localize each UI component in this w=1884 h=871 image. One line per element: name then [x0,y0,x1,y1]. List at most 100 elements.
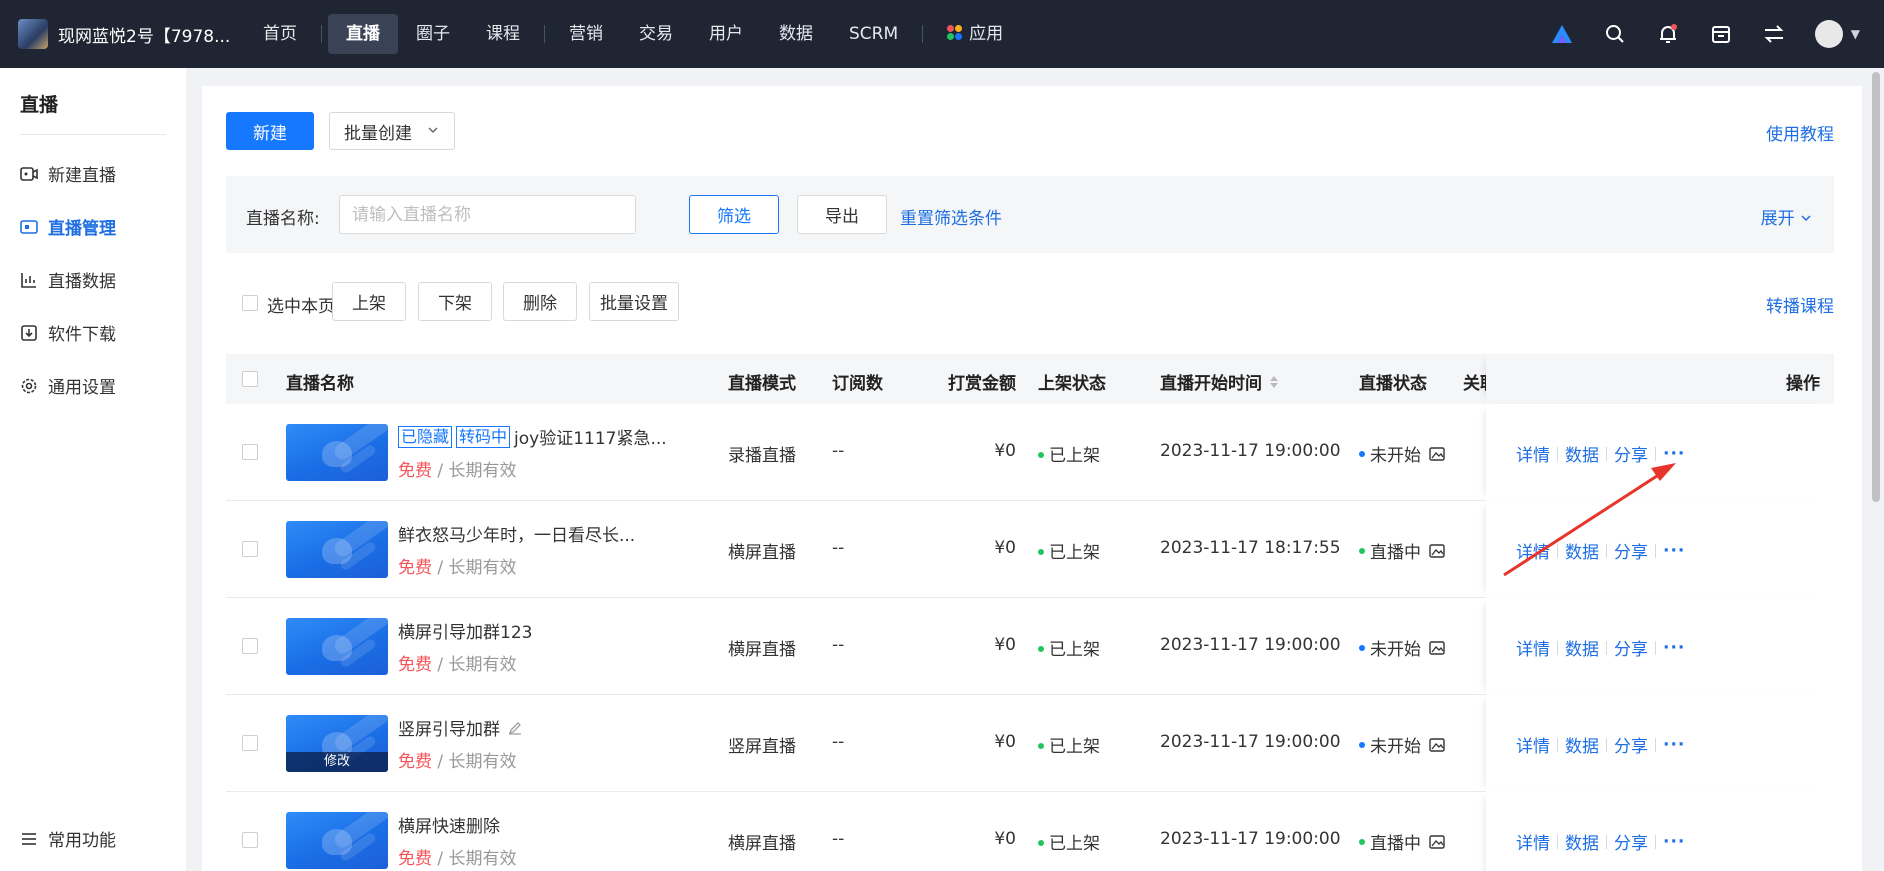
detail-link[interactable]: 详情 [1516,829,1550,854]
share-link[interactable]: 分享 [1614,829,1648,854]
store-icon[interactable] [1695,0,1748,68]
row-operations: 详情 数据 分享 ··· [1486,598,1834,695]
sidebar-common-functions[interactable]: 常用功能 [0,812,116,865]
sidebar-item-label: 直播管理 [48,219,116,239]
live-title[interactable]: 横屏快速删除 [398,812,500,837]
live-title[interactable]: 鲜衣怒马少年时，一日看尽长... [398,521,635,546]
nav-divider [544,25,545,43]
detail-link[interactable]: 详情 [1516,635,1550,660]
avatar[interactable] [1814,20,1843,48]
detail-link[interactable]: 详情 [1516,538,1550,563]
more-actions-button[interactable]: ··· [1663,735,1685,755]
live-name-search-input[interactable] [339,195,636,234]
share-link[interactable]: 分享 [1614,732,1648,757]
more-actions-button[interactable]: ··· [1663,541,1685,561]
start-time: 2023-11-17 19:00:00 [1160,829,1341,849]
reset-filter-link[interactable]: 重置筛选条件 [900,204,1002,229]
more-actions-button[interactable]: ··· [1663,638,1685,658]
data-link[interactable]: 数据 [1565,441,1599,466]
live-cover-image[interactable]: 修改 [286,715,388,772]
sidebar-item-live-manage[interactable]: 直播管理 [0,200,186,253]
image-icon[interactable] [1429,640,1445,656]
live-title-line: 鲜衣怒马少年时，一日看尽长... [398,521,635,546]
image-icon[interactable] [1429,834,1445,850]
expand-filter-link[interactable]: 展开 [1761,204,1812,229]
page-scrollbar[interactable] [1872,72,1880,502]
data-link[interactable]: 数据 [1565,538,1599,563]
nav-apps[interactable]: 应用 [929,14,1021,54]
nav-marketing[interactable]: 营销 [551,14,621,54]
chevron-down-icon[interactable]: ▼ [1851,27,1860,41]
filter-bar: 直播名称: 筛选 导出 重置筛选条件 展开 [226,176,1834,253]
select-all-checkbox[interactable] [242,371,258,387]
select-page-checkbox[interactable] [242,295,258,311]
nav-users[interactable]: 用户 [691,14,761,54]
thumb-edit-button[interactable]: 修改 [286,752,388,772]
row-checkbox[interactable] [242,541,258,557]
filter-button[interactable]: 筛选 [689,195,779,234]
subscriber-count: -- [832,829,845,849]
sidebar-item-new-live[interactable]: 新建直播 [0,147,186,200]
nav-home[interactable]: 首页 [245,14,315,54]
image-icon[interactable] [1429,737,1445,753]
row-checkbox[interactable] [242,832,258,848]
export-button[interactable]: 导出 [797,195,887,234]
live-title[interactable]: 横屏引导加群123 [398,618,532,643]
nav-course[interactable]: 课程 [468,14,538,54]
nav-circle[interactable]: 圈子 [398,14,468,54]
live-cover-image[interactable] [286,521,388,578]
share-link[interactable]: 分享 [1614,441,1648,466]
batch-settings-button[interactable]: 批量设置 [589,282,679,321]
image-icon[interactable] [1429,543,1445,559]
shelf-status: 已上架 [1038,635,1100,660]
nav-live[interactable]: 直播 [328,14,398,54]
data-link[interactable]: 数据 [1565,635,1599,660]
col-start-time[interactable]: 直播开始时间 [1160,369,1278,394]
more-actions-button[interactable]: ··· [1663,832,1685,852]
status-dot [1038,549,1044,555]
image-icon[interactable] [1429,446,1445,462]
free-label: 免费 [398,655,432,675]
switch-icon[interactable] [1748,0,1801,68]
live-title[interactable]: 竖屏引导加群 [398,715,500,740]
live-status: 未开始 [1359,732,1445,757]
data-link[interactable]: 数据 [1565,732,1599,757]
live-cover-image[interactable] [286,812,388,869]
status-dot [1038,646,1044,652]
unshelve-button[interactable]: 下架 [418,282,492,321]
more-actions-button[interactable]: ··· [1663,444,1685,464]
delete-button[interactable]: 删除 [503,282,577,321]
live-title[interactable]: joy验证1117紧急... [514,424,667,449]
search-icon[interactable] [1589,0,1642,68]
row-checkbox[interactable] [242,735,258,751]
share-link[interactable]: 分享 [1614,635,1648,660]
nav-data[interactable]: 数据 [761,14,831,54]
data-link[interactable]: 数据 [1565,829,1599,854]
new-live-button[interactable]: 新建 [226,112,314,150]
detail-link[interactable]: 详情 [1516,441,1550,466]
tutorial-link[interactable]: 使用教程 [1766,120,1834,145]
nav-trade[interactable]: 交易 [621,14,691,54]
shop-switcher[interactable]: 现网蓝悦2号【7978... [0,19,245,49]
bell-icon[interactable] [1642,0,1695,68]
sidebar-item-settings[interactable]: 通用设置 [0,359,186,412]
sidebar-item-download[interactable]: 软件下载 [0,306,186,359]
start-time: 2023-11-17 19:00:00 [1160,732,1341,752]
relay-course-link[interactable]: 转播课程 [1766,292,1834,317]
batch-create-dropdown[interactable]: 批量创建 [329,112,455,150]
brand-a-icon[interactable] [1536,0,1589,68]
share-link[interactable]: 分享 [1614,538,1648,563]
sidebar-item-live-data[interactable]: 直播数据 [0,253,186,306]
nav-scrm[interactable]: SCRM [831,14,916,54]
batch-create-label: 批量创建 [344,123,412,144]
row-checkbox[interactable] [242,444,258,460]
row-operations: 详情 数据 分享 ··· [1486,695,1834,792]
pricing-info: 免费 / 长期有效 [398,844,517,869]
detail-link[interactable]: 详情 [1516,732,1550,757]
shop-logo [18,19,48,49]
row-checkbox[interactable] [242,638,258,654]
live-cover-image[interactable] [286,618,388,675]
shelve-button[interactable]: 上架 [332,282,406,321]
pencil-icon[interactable] [508,721,522,735]
live-cover-image[interactable] [286,424,388,481]
